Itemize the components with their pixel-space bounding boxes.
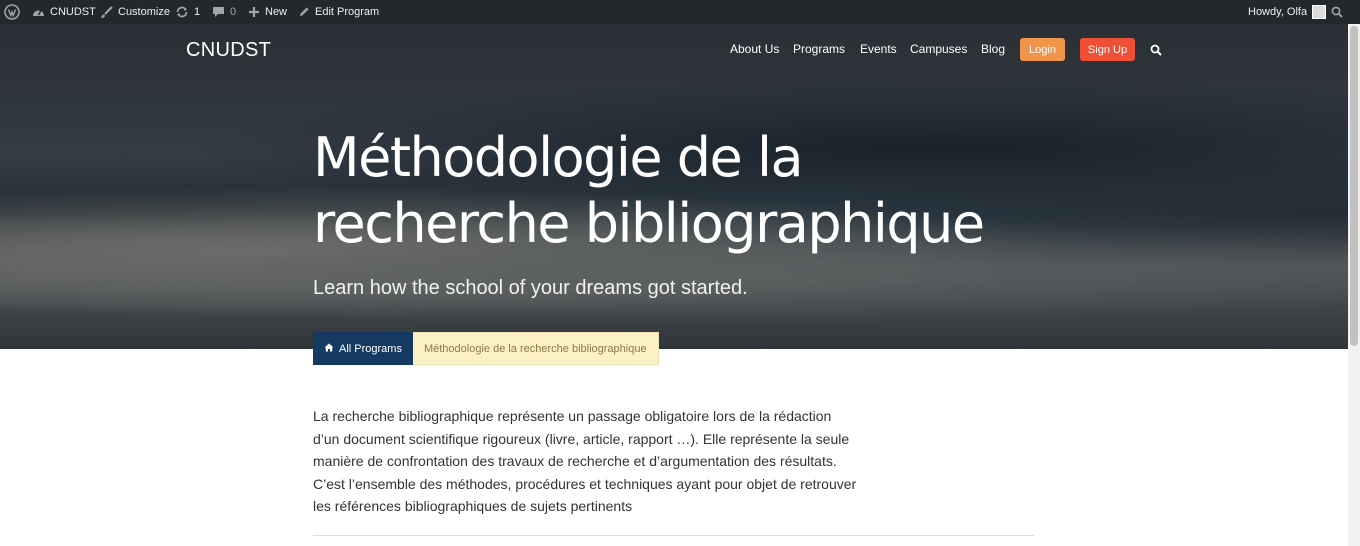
comment-icon xyxy=(212,6,225,18)
edit-program-link[interactable]: Edit Program xyxy=(298,0,379,24)
nav-events[interactable]: Events xyxy=(860,42,897,56)
nav-about-us[interactable]: About Us xyxy=(730,42,779,56)
nav-campuses[interactable]: Campuses xyxy=(910,42,967,56)
nav-programs[interactable]: Programs xyxy=(793,42,845,56)
login-button[interactable]: Login xyxy=(1020,38,1065,61)
plus-icon xyxy=(248,6,260,18)
hero-banner: CNUDST About Us Programs Events Campuses… xyxy=(0,24,1348,349)
scrollbar-thumb[interactable] xyxy=(1350,26,1358,346)
new-label: New xyxy=(265,6,288,18)
site-name-menu[interactable]: CNUDST xyxy=(32,0,96,24)
breadcrumb: All Programs Méthodologie de la recherch… xyxy=(313,332,659,365)
breadcrumb-all-programs[interactable]: All Programs xyxy=(313,332,413,365)
edit-program-label: Edit Program xyxy=(315,6,380,18)
admin-bar: CNUDST Customize 1 0 New Edit Program Ho… xyxy=(0,0,1360,24)
site-name-label: CNUDST xyxy=(50,6,96,18)
dashboard-icon xyxy=(32,6,45,18)
updates-count: 1 xyxy=(194,6,201,18)
header-search-button[interactable] xyxy=(1150,43,1162,61)
scrollbar[interactable] xyxy=(1348,24,1360,546)
search-icon xyxy=(1331,6,1343,18)
comments-menu[interactable]: 0 xyxy=(212,0,236,24)
page-subtitle: Learn how the school of your dreams got … xyxy=(313,277,748,299)
nav-blog[interactable]: Blog xyxy=(981,42,1005,56)
updates-icon xyxy=(175,5,189,19)
breadcrumb-all-label: All Programs xyxy=(339,342,402,355)
breadcrumb-current: Méthodologie de la recherche bibliograph… xyxy=(412,332,659,365)
site-logo[interactable]: CNUDST xyxy=(186,39,271,62)
updates-menu[interactable]: 1 xyxy=(175,0,200,24)
wordpress-icon xyxy=(4,4,20,20)
account-menu[interactable]: Howdy, Olfa xyxy=(1248,0,1327,24)
search-icon xyxy=(1150,43,1162,60)
greeting-label: Howdy, Olfa xyxy=(1248,6,1308,18)
new-content-menu[interactable]: New xyxy=(248,0,287,24)
home-icon xyxy=(324,343,334,355)
customize-menu[interactable]: Customize xyxy=(100,0,170,24)
brush-icon xyxy=(100,5,113,19)
divider xyxy=(313,535,1034,536)
avatar xyxy=(1312,5,1327,19)
comments-count: 0 xyxy=(230,6,237,18)
pencil-icon xyxy=(298,6,310,18)
page-title: Méthodologie de la recherche bibliograph… xyxy=(313,126,985,255)
admin-search[interactable] xyxy=(1331,0,1343,24)
customize-label: Customize xyxy=(118,6,170,18)
wp-logo-menu[interactable] xyxy=(4,0,20,24)
program-description: La recherche bibliographique représente … xyxy=(313,408,857,515)
sign-up-button[interactable]: Sign Up xyxy=(1080,38,1135,61)
